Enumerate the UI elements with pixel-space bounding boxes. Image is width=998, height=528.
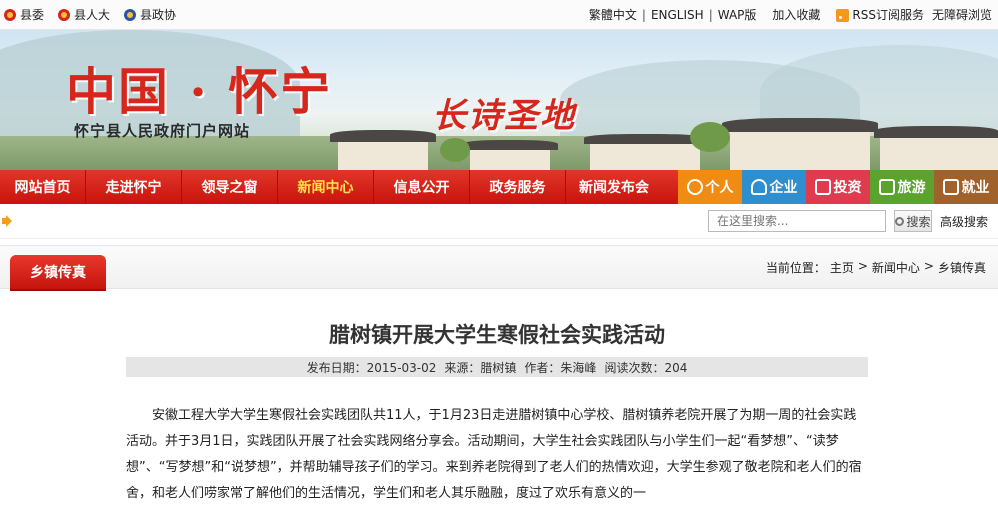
search-controls: 搜索 高级搜索 <box>707 210 988 232</box>
banner-tree <box>690 122 730 152</box>
national-emblem-icon <box>58 8 71 21</box>
separator: | <box>641 7 646 22</box>
banner-building <box>880 136 998 170</box>
top-bar: 县委 县人大 县政协 繁體中文 | ENGLISH | WAP版 加入收藏 RS… <box>0 0 998 30</box>
group-icon <box>750 179 767 195</box>
party-emblem-icon <box>4 8 16 21</box>
nav-about-huaining[interactable]: 走进怀宁 <box>86 170 182 204</box>
banner-tree <box>440 138 470 162</box>
quick-investment[interactable]: 投资 <box>806 170 870 204</box>
image-icon <box>878 179 895 195</box>
breadcrumb-prefix: 当前位置： <box>765 260 826 275</box>
link-party-committee[interactable]: 县委 <box>4 6 44 23</box>
breadcrumb-home[interactable]: 主页 <box>830 259 854 276</box>
nav-home[interactable]: 网站首页 <box>0 170 86 204</box>
lang-english-link[interactable]: ENGLISH <box>651 8 704 22</box>
site-banner: 中国 · 怀宁 怀宁县人民政府门户网站 长诗圣地 <box>0 30 998 170</box>
section-tab[interactable]: 乡镇传真 <box>10 255 106 289</box>
breadcrumb-separator: > <box>923 258 934 273</box>
quick-enterprise[interactable]: 企业 <box>742 170 806 204</box>
cppcc-emblem-icon <box>124 8 137 21</box>
article-title: 腊树镇开展大学生寒假社会实践活动 <box>329 322 665 347</box>
banner-slogan: 长诗圣地 <box>432 96 576 136</box>
search-icon <box>895 216 905 226</box>
banner-roof <box>874 126 998 138</box>
article-author: 作者：朱海峰 <box>524 360 597 375</box>
banner-roof <box>722 118 878 132</box>
separator: | <box>708 7 713 22</box>
banner-roof <box>330 130 436 142</box>
quick-employment[interactable]: 就业 <box>934 170 998 204</box>
nav-news-center[interactable]: 新闻中心 <box>278 170 374 204</box>
lang-traditional-link[interactable]: 繁體中文 <box>589 6 637 23</box>
article-meta: 发布日期：2015-03-02 来源：腊树镇 作者：朱海峰 阅读次数：204 <box>126 357 868 377</box>
section-header: 乡镇传真 当前位置： 主页 > 新闻中心 > 乡镇传真 <box>0 245 998 289</box>
article-date: 发布日期：2015-03-02 <box>306 360 437 375</box>
banner-building <box>590 142 700 170</box>
banner-building <box>338 140 428 170</box>
breadcrumb-township[interactable]: 乡镇传真 <box>938 259 986 276</box>
quick-personal[interactable]: 个人 <box>678 170 742 204</box>
banner-roof <box>462 140 558 150</box>
advanced-search-link[interactable]: 高级搜索 <box>940 213 988 230</box>
wap-link[interactable]: WAP版 <box>718 6 757 23</box>
breadcrumb-separator: > <box>857 258 868 273</box>
breadcrumb-news-center[interactable]: 新闻中心 <box>872 259 920 276</box>
accessible-browse-link[interactable]: 无障碍浏览 <box>932 6 992 23</box>
language-switch: 繁體中文 | ENGLISH | WAP版 <box>589 6 757 23</box>
article-source: 来源：腊树镇 <box>444 360 517 375</box>
quick-tourism[interactable]: 旅游 <box>870 170 934 204</box>
breadcrumb: 当前位置： 主页 > 新闻中心 > 乡镇传真 <box>766 259 986 276</box>
nav-info-disclosure[interactable]: 信息公开 <box>374 170 470 204</box>
person-icon <box>686 179 703 195</box>
nav-leaders[interactable]: 领导之窗 <box>182 170 278 204</box>
quick-service-nav: 个人 企业 投资 旅游 就业 <box>678 170 998 204</box>
site-logo-title: 中国 · 怀宁 <box>66 62 333 121</box>
briefcase-icon <box>942 179 959 195</box>
main-nav: 网站首页 走进怀宁 领导之窗 新闻中心 信息公开 政务服务 新闻发布会 个人 企… <box>0 170 998 204</box>
article-body: 安徽工程大学大学生寒假社会实践团队共11人，于1月23日走进腊树镇中心学校、腊树… <box>126 408 862 501</box>
link-peoples-congress[interactable]: 县人大 <box>58 6 110 23</box>
top-left-links: 县委 县人大 县政协 <box>4 6 176 23</box>
edit-icon <box>814 179 831 195</box>
top-right-links: 繁體中文 | ENGLISH | WAP版 加入收藏 RSS订阅服务 无障碍浏览 <box>589 6 992 23</box>
banner-building <box>730 130 870 170</box>
nav-press-conference[interactable]: 新闻发布会 <box>566 170 662 204</box>
link-cppcc[interactable]: 县政协 <box>124 6 176 23</box>
search-bar: 搜索 高级搜索 <box>0 204 998 239</box>
search-input[interactable] <box>707 210 886 232</box>
search-button[interactable]: 搜索 <box>893 210 932 232</box>
announcement-speaker-icon <box>2 214 18 228</box>
site-logo-subtitle: 怀宁县人民政府门户网站 <box>74 122 251 140</box>
article: 腊树镇开展大学生寒假社会实践活动 发布日期：2015-03-02 来源：腊树镇 … <box>0 319 998 528</box>
add-favorite-link[interactable]: 加入收藏 <box>772 6 820 23</box>
article-views: 阅读次数：204 <box>604 360 688 375</box>
rss-icon <box>836 9 850 22</box>
banner-roof <box>584 134 706 144</box>
banner-building <box>470 148 550 170</box>
rss-link[interactable]: RSS订阅服务 <box>836 6 924 23</box>
nav-gov-services[interactable]: 政务服务 <box>470 170 566 204</box>
